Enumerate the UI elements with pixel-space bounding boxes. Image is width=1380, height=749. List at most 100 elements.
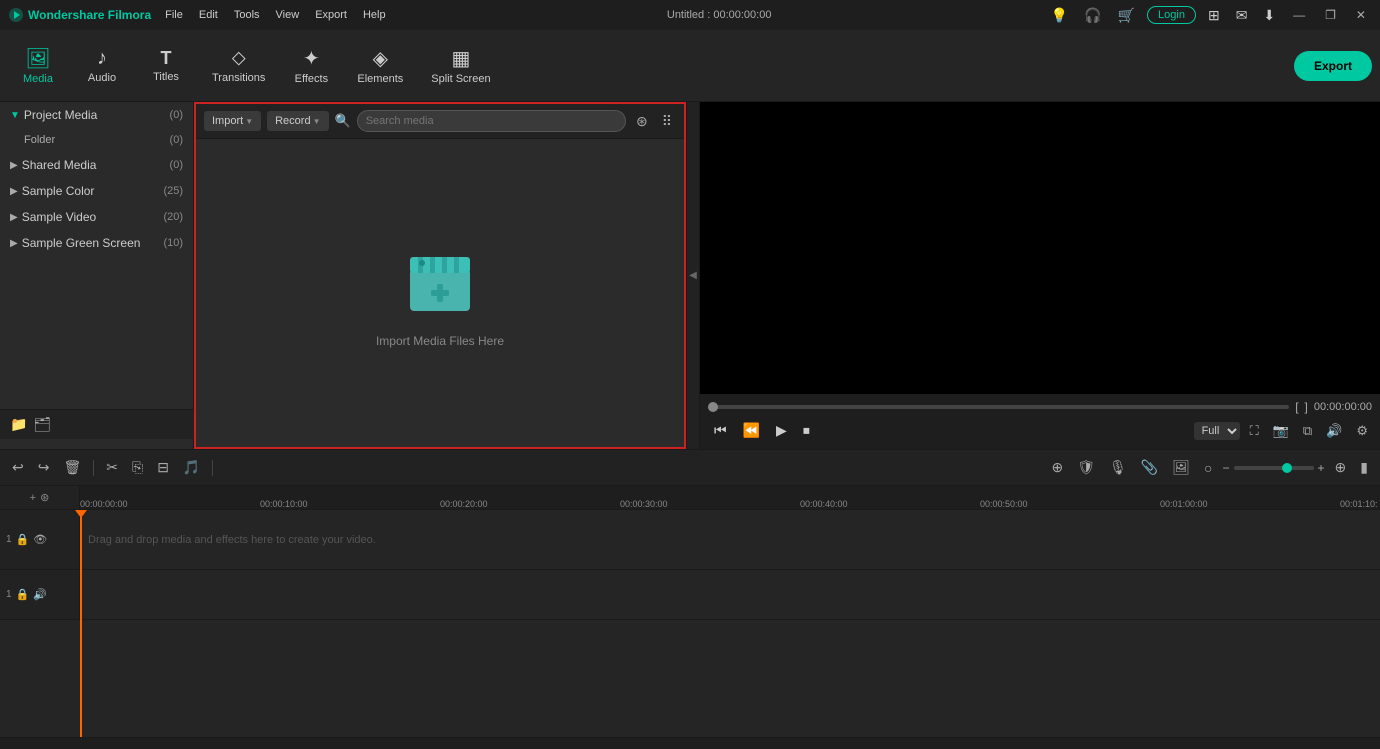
prev-frame-button[interactable]: ⏮ xyxy=(708,420,733,441)
zoom-track[interactable] xyxy=(1234,466,1314,470)
project-media-label: Project Media xyxy=(24,108,97,122)
snap-icon[interactable]: ⊕ xyxy=(1048,457,1068,478)
menu-help[interactable]: Help xyxy=(357,7,392,23)
shared-media-label: Shared Media xyxy=(22,158,97,172)
preview-scrubber[interactable] xyxy=(708,405,1289,409)
audio-track-lock-icon[interactable]: 🔒 xyxy=(16,588,30,601)
ruler-mark-5: 00:00:50:00 xyxy=(980,499,1028,509)
mic-icon[interactable]: 🎙 xyxy=(1105,457,1131,478)
more-options-icon[interactable]: ▮ xyxy=(1356,457,1372,478)
volume-icon[interactable]: 🔊 xyxy=(1322,421,1346,441)
playback-controls: ⏮ ⏪ ▶ ⏹ Full ⛶ 📷 ⧉ 🔊 ⚙ xyxy=(708,416,1372,445)
panel-folder[interactable]: Folder (0) xyxy=(0,128,193,152)
photo-icon[interactable]: 🖼 xyxy=(1168,457,1194,478)
sample-video-chevron-icon: ▶ xyxy=(10,212,18,223)
delete-button[interactable]: 🗑 xyxy=(59,457,85,478)
main-area: ▼ Project Media (0) Folder (0) ▶ Shared … xyxy=(0,102,1380,449)
track-hint: Drag and drop media and effects here to … xyxy=(88,534,376,546)
folder-label: Folder xyxy=(24,134,55,146)
maximize-button[interactable]: ❐ xyxy=(1319,6,1342,24)
toolbar-elements[interactable]: ◈ Elements xyxy=(345,40,415,91)
panel-project-media[interactable]: ▼ Project Media (0) xyxy=(0,102,193,128)
track-settings-icon[interactable]: ⊛ xyxy=(40,491,49,504)
audio-adjust-icon[interactable]: 🎵 xyxy=(179,457,204,478)
export-button[interactable]: Export xyxy=(1294,51,1372,81)
download-icon[interactable]: ⬇ xyxy=(1259,5,1279,26)
grid-view-icon[interactable]: ⠿ xyxy=(658,111,676,132)
menu-file[interactable]: File xyxy=(159,7,189,23)
search-media-input[interactable] xyxy=(357,110,626,132)
track-header-audio-1: 1 🔒 🔊 xyxy=(0,570,80,619)
track-header-1: 1 🔒 👁 xyxy=(0,510,80,569)
timeline-tracks: 1 🔒 👁 Drag and drop media and effects he… xyxy=(0,510,1380,737)
fullscreen-icon[interactable]: ⛶ xyxy=(1246,421,1263,441)
timeline-area: ↩ ↪ 🗑 ✂ ⎘ ⊟ 🎵 ⊕ 🛡 🎙 📎 🖼 ○ − + ⊕ ▮ xyxy=(0,449,1380,749)
in-point-icon[interactable]: [ xyxy=(1295,400,1298,414)
timeline-scroll[interactable] xyxy=(0,737,1380,749)
quality-selector[interactable]: Full xyxy=(1194,422,1240,440)
zoom-in-icon[interactable]: + xyxy=(1318,461,1325,475)
settings-icon[interactable]: ⚙ xyxy=(1352,421,1372,441)
app-logo: Wondershare Filmora xyxy=(8,7,151,23)
close-button[interactable]: ✕ xyxy=(1350,6,1372,24)
panel-shared-media[interactable]: ▶ Shared Media (0) xyxy=(0,152,193,178)
pip-icon[interactable]: ⧉ xyxy=(1299,421,1316,441)
login-button[interactable]: Login xyxy=(1147,6,1196,24)
track-lock-icon[interactable]: 🔒 xyxy=(16,533,30,546)
step-back-button[interactable]: ⏪ xyxy=(737,420,766,441)
out-point-icon[interactable]: ] xyxy=(1305,400,1308,414)
message-icon[interactable]: ✉ xyxy=(1232,5,1252,26)
copy-button[interactable]: ⎘ xyxy=(128,457,147,478)
add-track-icon[interactable]: + xyxy=(30,492,36,504)
cut-button[interactable]: ✂ xyxy=(102,457,122,478)
import-dropdown-icon: ▼ xyxy=(245,117,253,126)
media-panel: Import ▼ Record ▼ 🔍 ⊛ ⠿ xyxy=(194,102,686,449)
panel-sample-color[interactable]: ▶ Sample Color (25) xyxy=(0,178,193,204)
ruler-mark-3: 00:00:30:00 xyxy=(620,499,668,509)
toolbar-media[interactable]: 🖼 Media xyxy=(8,40,68,91)
clip-icon[interactable]: 📎 xyxy=(1137,457,1162,478)
ruler-mark-2: 00:00:20:00 xyxy=(440,499,488,509)
media-icon: 🖼 xyxy=(25,46,50,71)
add-marker-icon[interactable]: ⊕ xyxy=(1331,457,1351,478)
titlebar-left: Wondershare Filmora File Edit Tools View… xyxy=(8,7,392,23)
undo-button[interactable]: ↩ xyxy=(8,457,28,478)
shield-icon[interactable]: 🛡 xyxy=(1073,457,1099,478)
audio-track-volume-icon[interactable]: 🔊 xyxy=(33,588,47,601)
headphone-icon[interactable]: 🎧 xyxy=(1080,5,1105,26)
cart-icon[interactable]: 🛒 xyxy=(1114,5,1139,26)
zoom-out-icon[interactable]: − xyxy=(1223,461,1230,475)
toolbar-transitions[interactable]: ⬦ Transitions xyxy=(200,41,277,90)
menu-view[interactable]: View xyxy=(270,7,306,23)
toolbar-audio-label: Audio xyxy=(88,72,116,84)
redo-button[interactable]: ↪ xyxy=(34,457,54,478)
preview-controls: [ ] 00:00:00:00 ⏮ ⏪ ▶ ⏹ Full ⛶ 📷 ⧉ xyxy=(700,394,1380,449)
toolbar-titles[interactable]: T Titles xyxy=(136,42,196,89)
panel-sample-video[interactable]: ▶ Sample Video (20) xyxy=(0,204,193,230)
minimize-button[interactable]: — xyxy=(1287,6,1311,24)
crop-button[interactable]: ⊟ xyxy=(153,457,173,478)
lightbulb-icon[interactable]: 💡 xyxy=(1047,5,1072,26)
panel-collapse-handle[interactable]: ◀ xyxy=(686,102,700,449)
track-eye-icon[interactable]: 👁 xyxy=(33,533,47,546)
import-button[interactable]: Import ▼ xyxy=(204,111,261,131)
stop-button[interactable]: ⏹ xyxy=(797,420,816,441)
ruler-mark-4: 00:00:40:00 xyxy=(800,499,848,509)
toolbar-audio[interactable]: ♪ Audio xyxy=(72,41,132,90)
snapshot-icon[interactable]: 📷 xyxy=(1269,421,1293,441)
menu-export[interactable]: Export xyxy=(309,7,353,23)
media-content: Import Media Files Here xyxy=(196,139,684,447)
layout-icon[interactable]: ⊞ xyxy=(1204,5,1224,26)
menu-tools[interactable]: Tools xyxy=(228,7,266,23)
preview-panel: [ ] 00:00:00:00 ⏮ ⏪ ▶ ⏹ Full ⛶ 📷 ⧉ xyxy=(700,102,1380,449)
add-folder-icon[interactable]: 📁 xyxy=(10,416,27,433)
filter-icon[interactable]: ⊛ xyxy=(632,111,652,132)
play-pause-button[interactable]: ▶ xyxy=(770,420,793,441)
circle-icon[interactable]: ○ xyxy=(1200,458,1216,478)
toolbar-effects[interactable]: ✦ Effects xyxy=(281,40,341,91)
menu-edit[interactable]: Edit xyxy=(193,7,224,23)
toolbar-split-screen[interactable]: ▦ Split Screen xyxy=(419,40,502,91)
panel-sample-green-screen[interactable]: ▶ Sample Green Screen (10) xyxy=(0,230,193,256)
record-button[interactable]: Record ▼ xyxy=(267,111,328,131)
remove-folder-icon[interactable]: 🗂 xyxy=(33,416,51,433)
